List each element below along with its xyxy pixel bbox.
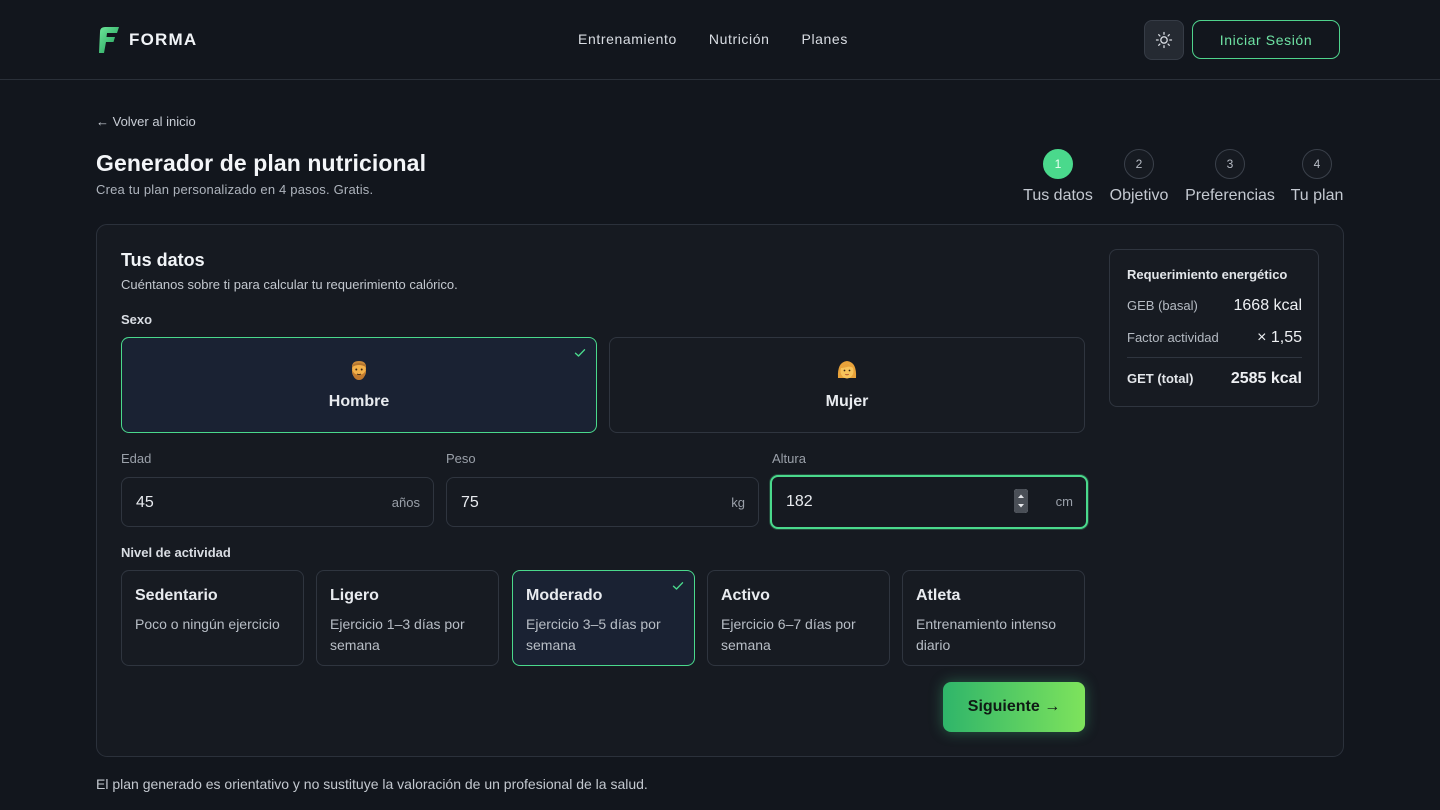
top-header: FORMA Entrenamiento Nutrición Planes Ini… bbox=[0, 0, 1440, 80]
age-label: Edad bbox=[121, 451, 152, 466]
step-label: Objetivo bbox=[1109, 187, 1169, 204]
energy-summary-panel: Requerimiento energético GEB (basal) 166… bbox=[1109, 249, 1319, 407]
factor-label: Factor actividad bbox=[1127, 330, 1219, 345]
geb-value: 1668 kcal bbox=[1233, 297, 1303, 314]
step-label: Preferencias bbox=[1185, 187, 1275, 204]
step-number: 2 bbox=[1124, 149, 1154, 179]
page-subtitle: Crea tu plan personalizado en 4 pasos. G… bbox=[96, 182, 374, 197]
sex-option-label: Hombre bbox=[328, 393, 390, 410]
weight-value: 75 bbox=[461, 494, 479, 511]
check-icon bbox=[574, 349, 586, 357]
age-unit: años bbox=[391, 495, 420, 510]
step-number: 4 bbox=[1302, 149, 1332, 179]
sex-label: Sexo bbox=[121, 312, 153, 327]
brand-logo[interactable]: FORMA bbox=[98, 26, 197, 54]
sex-option-hombre[interactable]: Hombre bbox=[121, 337, 597, 433]
sex-option-mujer[interactable]: Mujer bbox=[609, 337, 1085, 433]
step-preferencias[interactable]: 3 Preferencias bbox=[1184, 149, 1276, 205]
activity-title: Moderado bbox=[526, 587, 603, 604]
energy-title: Requerimiento energético bbox=[1127, 267, 1288, 282]
height-stepper[interactable] bbox=[1014, 489, 1028, 513]
nav-item-entrenamiento[interactable]: Entrenamiento bbox=[578, 31, 677, 47]
form-title: Tus datos bbox=[121, 250, 205, 270]
activity-option-ligero[interactable]: Ligero Ejercicio 1–3 días por semana bbox=[316, 570, 499, 666]
get-label: GET (total) bbox=[1127, 371, 1194, 386]
forma-logo-icon bbox=[99, 27, 119, 53]
page-title: Generador de plan nutricional bbox=[96, 150, 427, 176]
height-label: Altura bbox=[772, 451, 806, 466]
brand-name: FORMA bbox=[129, 30, 198, 49]
get-row: GET (total) 2585 kcal bbox=[1127, 370, 1302, 388]
man-emoji-icon bbox=[122, 358, 596, 382]
age-field[interactable]: 45 años bbox=[121, 477, 434, 527]
geb-label: GEB (basal) bbox=[1127, 298, 1198, 313]
activity-desc: Entrenamiento intenso diario bbox=[916, 616, 1057, 653]
login-button[interactable]: Iniciar Sesión bbox=[1192, 20, 1340, 59]
activity-title: Sedentario bbox=[135, 587, 218, 604]
theme-toggle-button[interactable] bbox=[1144, 20, 1184, 60]
weight-unit: kg bbox=[731, 495, 745, 510]
activity-option-sedentario[interactable]: Sedentario Poco o ningún ejercicio bbox=[121, 570, 304, 666]
woman-emoji-icon bbox=[610, 358, 1084, 382]
weight-label: Peso bbox=[446, 451, 476, 466]
nav-item-planes[interactable]: Planes bbox=[802, 31, 848, 47]
height-value: 182 bbox=[786, 493, 813, 510]
activity-desc: Ejercicio 3–5 días por semana bbox=[526, 616, 661, 653]
divider bbox=[1127, 357, 1302, 358]
factor-row: Factor actividad × 1,55 bbox=[1127, 329, 1302, 347]
activity-option-atleta[interactable]: Atleta Entrenamiento intenso diario bbox=[902, 570, 1085, 666]
factor-value: × 1,55 bbox=[1257, 329, 1302, 346]
step-tus-datos[interactable]: 1 Tus datos bbox=[1022, 149, 1094, 205]
activity-label: Nivel de actividad bbox=[121, 545, 231, 560]
activity-desc: Ejercicio 6–7 días por semana bbox=[721, 616, 856, 653]
step-tu-plan[interactable]: 4 Tu plan bbox=[1290, 149, 1344, 205]
height-unit: cm bbox=[1055, 494, 1073, 509]
get-value: 2585 kcal bbox=[1230, 370, 1302, 387]
check-icon bbox=[672, 582, 684, 590]
activity-desc: Poco o ningún ejercicio bbox=[135, 616, 280, 632]
activity-option-moderado[interactable]: Moderado Ejercicio 3–5 días por semana bbox=[512, 570, 695, 666]
activity-desc: Ejercicio 1–3 días por semana bbox=[330, 616, 465, 653]
disclaimer-text: El plan generado es orientativo y no sus… bbox=[96, 776, 648, 792]
form-subtitle: Cuéntanos sobre ti para calcular tu requ… bbox=[121, 277, 458, 292]
activity-title: Atleta bbox=[916, 587, 961, 604]
activity-title: Activo bbox=[721, 587, 770, 604]
sun-icon bbox=[1155, 31, 1173, 49]
height-field[interactable]: 182 cm bbox=[770, 475, 1088, 529]
step-number: 3 bbox=[1215, 149, 1245, 179]
weight-field[interactable]: 75 kg bbox=[446, 477, 759, 527]
sex-option-label: Mujer bbox=[825, 393, 869, 410]
activity-title: Ligero bbox=[330, 587, 379, 604]
step-objetivo[interactable]: 2 Objetivo bbox=[1108, 149, 1170, 205]
back-to-home-link[interactable]: ← Volver al inicio bbox=[96, 114, 196, 129]
geb-row: GEB (basal) 1668 kcal bbox=[1127, 297, 1302, 315]
step-label: Tu plan bbox=[1290, 187, 1344, 204]
step-number: 1 bbox=[1043, 149, 1073, 179]
activity-option-activo[interactable]: Activo Ejercicio 6–7 días por semana bbox=[707, 570, 890, 666]
age-value: 45 bbox=[136, 494, 154, 511]
step-label: Tus datos bbox=[1023, 187, 1093, 204]
nav-item-nutricion[interactable]: Nutrición bbox=[709, 31, 770, 47]
next-button[interactable]: Siguiente → bbox=[943, 682, 1085, 732]
main-nav: Entrenamiento Nutrición Planes bbox=[578, 31, 848, 47]
